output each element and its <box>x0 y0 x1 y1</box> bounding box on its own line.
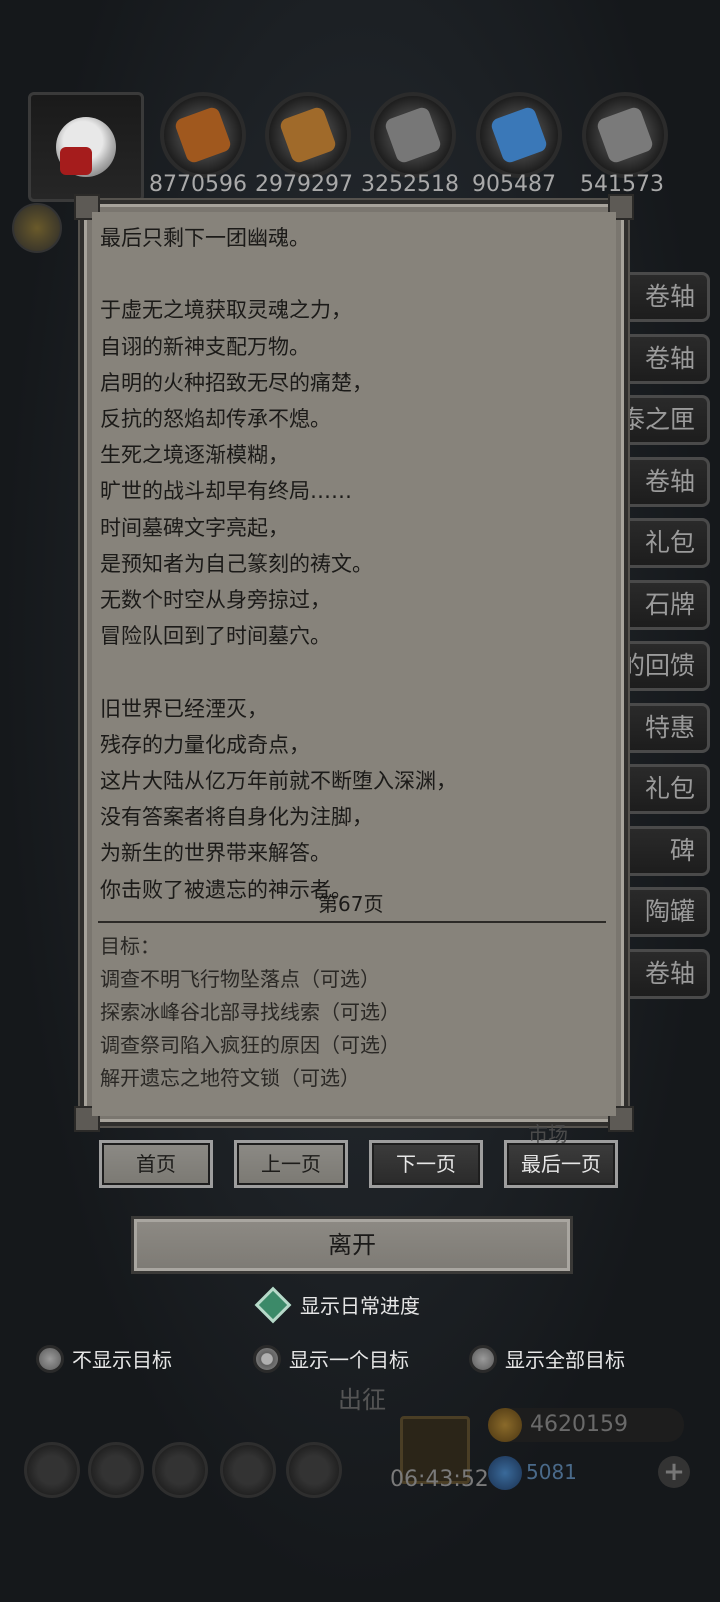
radio-selected-icon <box>253 1344 281 1373</box>
leave-button[interactable]: 离开 <box>131 1216 573 1274</box>
player-avatar[interactable] <box>28 92 144 202</box>
show-all-goals-radio[interactable]: 显示全部目标 <box>469 1344 625 1373</box>
resource-graphic <box>489 105 549 165</box>
page-number: 第67页 <box>318 892 384 916</box>
resource-value: 905487 <box>472 172 556 197</box>
bag-icon[interactable] <box>152 1442 208 1498</box>
resource-graphic <box>173 105 233 165</box>
last-page-button[interactable]: 最后一页 <box>504 1140 618 1188</box>
settings-icon[interactable] <box>24 1442 80 1498</box>
side-menu-item[interactable]: 卷轴 <box>614 456 710 507</box>
story-line: 这片大陆从亿万年前就不断堕入深渊， <box>100 769 457 794</box>
side-menu-item[interactable]: 石牌 <box>614 579 710 630</box>
add-currency-icon[interactable]: + <box>658 1456 690 1488</box>
goals-title: 目标： <box>100 934 160 958</box>
diamond-checkbox-icon <box>254 1286 292 1323</box>
story-line: 无数个时空从身旁掠过， <box>100 588 331 613</box>
side-menu-item[interactable]: 陶罐 <box>614 887 710 937</box>
story-line: 于虚无之境获取灵魂之力， <box>100 298 352 323</box>
show-one-goal-radio[interactable]: 显示一个目标 <box>253 1344 409 1373</box>
crystal-icon[interactable] <box>476 92 562 178</box>
story-line <box>100 256 610 292</box>
goal-item: 调查祭司陷入疯狂的原因（可选） <box>100 1033 400 1057</box>
market-label: 市场 <box>528 1122 568 1146</box>
expedition-label: 出征 <box>338 1386 386 1414</box>
side-menu-item[interactable]: 卷轴 <box>614 948 710 999</box>
story-line: 自诩的新神支配万物。 <box>100 334 310 359</box>
gem-amount: 5081 <box>526 1460 577 1484</box>
radio-icon <box>36 1344 64 1373</box>
story-line: 旷世的战斗却早有终局…… <box>100 479 352 504</box>
show-daily-label: 显示日常进度 <box>300 1294 420 1318</box>
goal-item: 解开遗忘之地符文锁（可选） <box>100 1066 360 1090</box>
next-page-button[interactable]: 下一页 <box>369 1140 483 1188</box>
divider <box>98 921 606 923</box>
gold-amount: 4620159 <box>530 1412 628 1437</box>
side-menu-item[interactable]: 的回馈 <box>614 641 710 691</box>
hide-goals-radio[interactable]: 不显示目标 <box>36 1344 172 1373</box>
hero-icon[interactable] <box>88 1442 144 1498</box>
resource-graphic <box>278 105 338 165</box>
goal-item: 探索冰峰谷北部寻找线索（可选） <box>100 1000 400 1024</box>
story-line: 残存的力量化成奇点， <box>100 732 310 757</box>
hide-goals-label: 不显示目标 <box>72 1348 172 1372</box>
story-text: 最后只剩下一团幽魂。于虚无之境获取灵魂之力， 自诩的新神支配万物。启明的火种招致无… <box>100 220 610 908</box>
radio-icon <box>469 1344 497 1373</box>
side-menu-item[interactable]: 礼包 <box>614 518 710 568</box>
resource-graphic <box>595 105 655 165</box>
story-line: 是预知者为自己篆刻的祷文。 <box>100 551 373 576</box>
story-line: 没有答案者将自身化为注脚， <box>100 805 373 830</box>
side-menu-item[interactable]: 卷轴 <box>614 272 710 322</box>
gold-coin-icon <box>488 1408 522 1442</box>
show-one-goal-label: 显示一个目标 <box>289 1348 409 1372</box>
leather-icon[interactable] <box>160 92 246 178</box>
side-menu-item[interactable]: 特惠 <box>614 702 710 753</box>
story-line: 旧世界已经湮灭， <box>100 696 268 721</box>
show-daily-toggle[interactable]: 显示日常进度 <box>254 1286 420 1323</box>
resource-value: 2979297 <box>255 172 353 197</box>
first-page-button[interactable]: 首页 <box>99 1140 213 1188</box>
avatar-face-icon <box>56 117 116 177</box>
quest-scroll-icon[interactable] <box>12 203 62 253</box>
side-menu-item[interactable]: 礼包 <box>614 764 710 814</box>
story-line: 为新生的世界带来解答。 <box>100 841 331 866</box>
story-line: 生死之境逐渐模糊， <box>100 443 289 468</box>
goal-item: 调查不明飞行物坠落点（可选） <box>100 967 380 991</box>
side-menu-item[interactable]: 碑 <box>614 825 710 876</box>
goals-list: 目标： 调查不明飞行物坠落点（可选） 探索冰峰谷北部寻找线索（可选） 调查祭司陷… <box>100 930 400 1095</box>
resource-graphic <box>383 105 443 165</box>
story-line: 最后只剩下一团幽魂。 <box>100 226 310 250</box>
story-line: 反抗的怒焰却传承不熄。 <box>100 407 331 431</box>
iron-icon[interactable] <box>582 92 668 178</box>
guild-icon[interactable] <box>286 1442 342 1498</box>
side-menu-item[interactable]: 卷轴 <box>614 333 710 384</box>
side-menu-item[interactable]: 泰之匣 <box>614 395 710 445</box>
mail-icon[interactable] <box>220 1442 276 1498</box>
story-line: 启明的火种招致无尽的痛楚， <box>100 370 373 395</box>
resource-value: 8770596 <box>149 172 247 197</box>
resource-value: 3252518 <box>361 172 459 197</box>
prev-page-button[interactable]: 上一页 <box>234 1140 348 1188</box>
story-line: 时间墓碑文字亮起， <box>100 515 289 540</box>
stone-icon[interactable] <box>370 92 456 178</box>
wood-icon[interactable] <box>265 92 351 178</box>
show-all-goals-label: 显示全部目标 <box>505 1348 625 1372</box>
story-line: 冒险队回到了时间墓穴。 <box>100 624 331 649</box>
gem-icon <box>488 1456 522 1490</box>
story-line <box>100 654 610 690</box>
timer-text: 06:43:52 <box>390 1467 489 1492</box>
